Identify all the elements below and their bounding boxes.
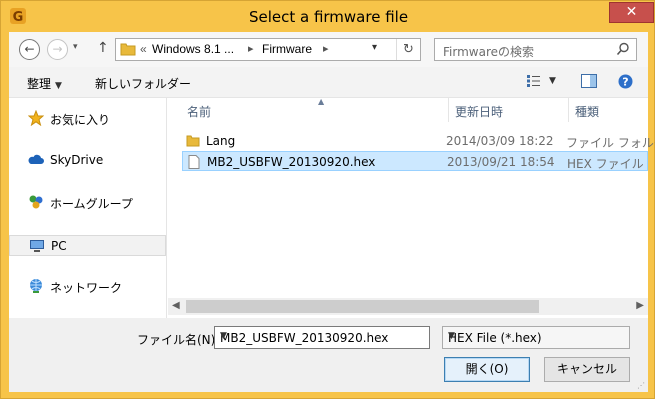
nav-item-label: PC <box>51 239 67 253</box>
nav-item-label: ネットワーク <box>50 281 123 295</box>
computer-icon <box>30 240 44 252</box>
search-icon[interactable] <box>616 42 630 56</box>
address-box[interactable]: « Windows 8.1 ... ▸ Firmware ▸ ▾ ↻ <box>115 38 421 61</box>
navigation-pane: お気に入り SkyDrive ホームグループ PC ネットワーク <box>9 98 167 318</box>
resize-grip-icon[interactable]: ⋰ <box>637 381 645 390</box>
file-type-filter[interactable]: HEX File (*.hex) ▼ <box>442 326 630 349</box>
column-header-label: 種類 <box>575 105 600 119</box>
breadcrumb-firmware[interactable]: Firmware <box>262 42 312 56</box>
homegroup-icon <box>29 195 43 209</box>
search-placeholder: Firmwareの検索 <box>443 45 534 59</box>
nav-item-network[interactable]: ネットワーク <box>9 276 166 297</box>
organize-menu[interactable]: 整理 ▼ <box>27 75 62 92</box>
nav-item-pc[interactable]: PC <box>9 235 166 256</box>
nav-item-label: ホームグループ <box>50 197 133 211</box>
file-type: ファイル フォルダー <box>566 136 655 150</box>
open-button[interactable]: 開く(O) <box>444 357 530 382</box>
forward-button[interactable]: → <box>47 39 68 60</box>
nav-item-favorites[interactable]: お気に入り <box>9 108 166 129</box>
nav-item-label: SkyDrive <box>50 153 104 167</box>
command-bar: 整理 ▼ 新しいフォルダー ▼ ? <box>9 67 648 98</box>
filename-combobox[interactable]: MB2_USBFW_20130920.hex ▼ <box>214 326 430 349</box>
horizontal-scrollbar[interactable]: ◀ ▶ <box>168 298 648 315</box>
sort-ascending-icon: ▲ <box>318 97 325 106</box>
column-header-type[interactable]: 種類 <box>568 98 648 122</box>
chevron-down-icon: ▼ <box>55 81 62 91</box>
organize-label: 整理 <box>27 77 52 91</box>
cancel-button[interactable]: キャンセル <box>544 357 630 382</box>
close-button[interactable]: ✕ <box>609 2 654 23</box>
new-folder-button[interactable]: 新しいフォルダー <box>95 75 191 92</box>
file-row-lang[interactable]: Lang 2014/03/09 18:22 ファイル フォルダー <box>182 131 655 151</box>
path-overflow-glyph[interactable]: « <box>140 42 147 56</box>
forward-arrow-icon: → <box>52 42 63 56</box>
recent-locations-dropdown-icon[interactable]: ▾ <box>73 42 78 52</box>
cloud-icon <box>28 154 44 164</box>
file-list-pane: ▲ 名前 更新日時 種類 Lang 2014/03/09 18:22 ファイル <box>168 97 655 318</box>
nav-item-skydrive[interactable]: SkyDrive <box>9 150 166 171</box>
nav-item-homegroup[interactable]: ホームグループ <box>9 192 166 213</box>
title-bar[interactable]: G Select a firmware file ✕ <box>1 1 655 33</box>
back-arrow-icon: ← <box>24 42 35 56</box>
bottom-panel: ファイル名(N): MB2_USBFW_20130920.hex ▼ HEX F… <box>9 318 648 392</box>
address-bar-row: ← → ▾ ↑ « Windows 8.1 ... ▸ Firmware ▸ ▾… <box>9 32 648 67</box>
dialog-client: ← → ▾ ↑ « Windows 8.1 ... ▸ Firmware ▸ ▾… <box>9 32 655 392</box>
dialog-window: G Select a firmware file ✕ ← → ▾ ↑ « Win… <box>0 0 655 399</box>
svg-text:?: ? <box>622 76 628 89</box>
address-dropdown-icon[interactable]: ▾ <box>372 42 377 53</box>
refresh-button[interactable]: ↻ <box>396 39 420 60</box>
view-options-icon[interactable] <box>526 74 542 88</box>
column-header-label: 更新日時 <box>455 105 504 119</box>
breadcrumb-separator[interactable]: ▸ <box>248 42 254 55</box>
view-dropdown-icon[interactable]: ▼ <box>549 76 556 86</box>
filename-label: ファイル名(N): <box>137 333 220 347</box>
file-date: 2014/03/09 18:22 <box>446 134 554 148</box>
chevron-down-icon[interactable]: ▼ <box>220 331 423 341</box>
network-icon <box>30 279 42 293</box>
file-name: MB2_USBFW_20130920.hex <box>207 155 376 169</box>
breadcrumb-separator[interactable]: ▸ <box>323 42 329 55</box>
column-header-label: 名前 <box>187 105 212 119</box>
star-icon <box>28 110 44 126</box>
nav-item-label: お気に入り <box>50 113 111 127</box>
folder-icon <box>120 43 136 56</box>
scroll-right-icon[interactable]: ▶ <box>636 300 644 311</box>
back-button[interactable]: ← <box>19 39 40 60</box>
column-header-date[interactable]: 更新日時 <box>448 98 568 122</box>
scrollbar-thumb[interactable] <box>186 300 539 313</box>
refresh-icon: ↻ <box>403 42 414 57</box>
window-title: Select a firmware file <box>248 8 409 26</box>
chevron-down-icon[interactable]: ▼ <box>448 331 623 341</box>
file-type: HEX ファイル <box>567 157 644 171</box>
file-icon <box>188 155 200 169</box>
file-name: Lang <box>206 134 236 148</box>
column-header-name[interactable]: ▲ 名前 <box>180 97 448 122</box>
help-icon[interactable]: ? <box>618 74 633 89</box>
preview-pane-icon[interactable] <box>581 74 597 88</box>
search-box[interactable]: Firmwareの検索 <box>434 38 637 61</box>
file-row-hex[interactable]: MB2_USBFW_20130920.hex 2013/09/21 18:54 … <box>182 151 648 171</box>
file-date: 2013/09/21 18:54 <box>447 155 555 169</box>
folder-icon <box>186 135 200 147</box>
up-button[interactable]: ↑ <box>97 40 109 56</box>
scroll-left-icon[interactable]: ◀ <box>172 300 180 311</box>
breadcrumb-windows[interactable]: Windows 8.1 ... <box>152 42 234 56</box>
